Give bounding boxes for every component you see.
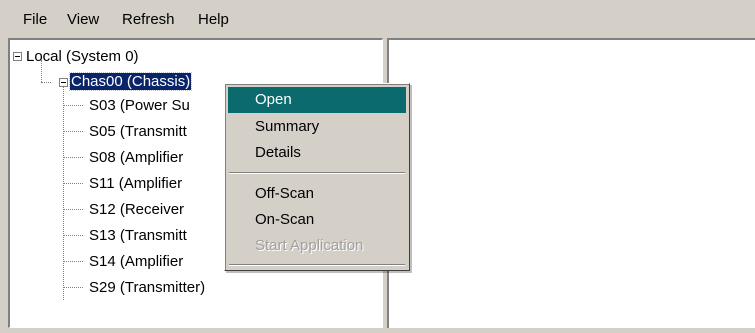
tree-node[interactable]: S05 (Transmitt	[88, 121, 188, 143]
menu-item-summary[interactable]: Summary	[228, 114, 406, 140]
menu-item-details[interactable]: Details	[228, 140, 406, 166]
tree-connector	[63, 80, 64, 300]
menu-item-on-scan[interactable]: On-Scan	[228, 207, 406, 233]
tree-connector	[63, 287, 83, 288]
tree-node[interactable]: S29 (Transmitter)	[88, 277, 206, 299]
collapse-icon[interactable]	[13, 52, 22, 61]
tree-node-label: S11 (Amplifier	[89, 175, 183, 192]
tree-node-label: S08 (Amplifier	[89, 149, 184, 166]
tree-node-label: S03 (Power Su	[89, 97, 190, 114]
tree-connector	[41, 82, 51, 83]
tree-node[interactable]: S12 (Receiver	[88, 199, 185, 221]
tree-node-label: S29 (Transmitter)	[89, 279, 206, 296]
menu-help[interactable]: Help	[197, 10, 230, 30]
tree-connector	[63, 235, 83, 236]
tree-connector	[63, 105, 83, 106]
tree-connector	[63, 261, 83, 262]
context-menu: Open Summary Details Off-Scan On-Scan St…	[224, 83, 410, 271]
tree-node-label: S14 (Amplifier	[89, 253, 184, 270]
menu-refresh[interactable]: Refresh	[121, 10, 176, 30]
menu-separator	[229, 172, 405, 174]
tree-node-root[interactable]: Local (System 0)	[25, 46, 140, 68]
tree-node-label: S12 (Receiver	[89, 201, 185, 218]
menu-separator	[229, 264, 405, 266]
menu-bar: File View Refresh Help	[0, 0, 755, 34]
tree-node[interactable]: S03 (Power Su	[88, 95, 191, 117]
tree-node-label: S05 (Transmitt	[89, 123, 187, 140]
tree-node-label: Chas00 (Chassis)	[68, 72, 193, 91]
tree-node-label: Local (System 0)	[26, 48, 139, 65]
menu-item-off-scan[interactable]: Off-Scan	[228, 181, 406, 207]
tree-connector	[63, 131, 83, 132]
collapse-icon[interactable]	[59, 78, 68, 87]
menu-item-open[interactable]: Open	[228, 87, 406, 113]
menu-item-start-application: Start Application	[255, 237, 364, 254]
tree-node[interactable]: S13 (Transmitt	[88, 225, 188, 247]
menu-file[interactable]: File	[22, 10, 48, 30]
tree-node[interactable]: S11 (Amplifier	[88, 173, 183, 195]
tree-connector	[63, 157, 83, 158]
detail-pane[interactable]	[387, 38, 755, 328]
tree-node-chassis[interactable]: Chas00 (Chassis)	[68, 71, 193, 93]
menu-view[interactable]: View	[66, 10, 100, 30]
tree-node-label: S13 (Transmitt	[89, 227, 187, 244]
tree-node[interactable]: S14 (Amplifier	[88, 251, 184, 273]
tree-connector	[63, 183, 83, 184]
tree-node[interactable]: S08 (Amplifier	[88, 147, 184, 169]
tree-connector	[63, 209, 83, 210]
